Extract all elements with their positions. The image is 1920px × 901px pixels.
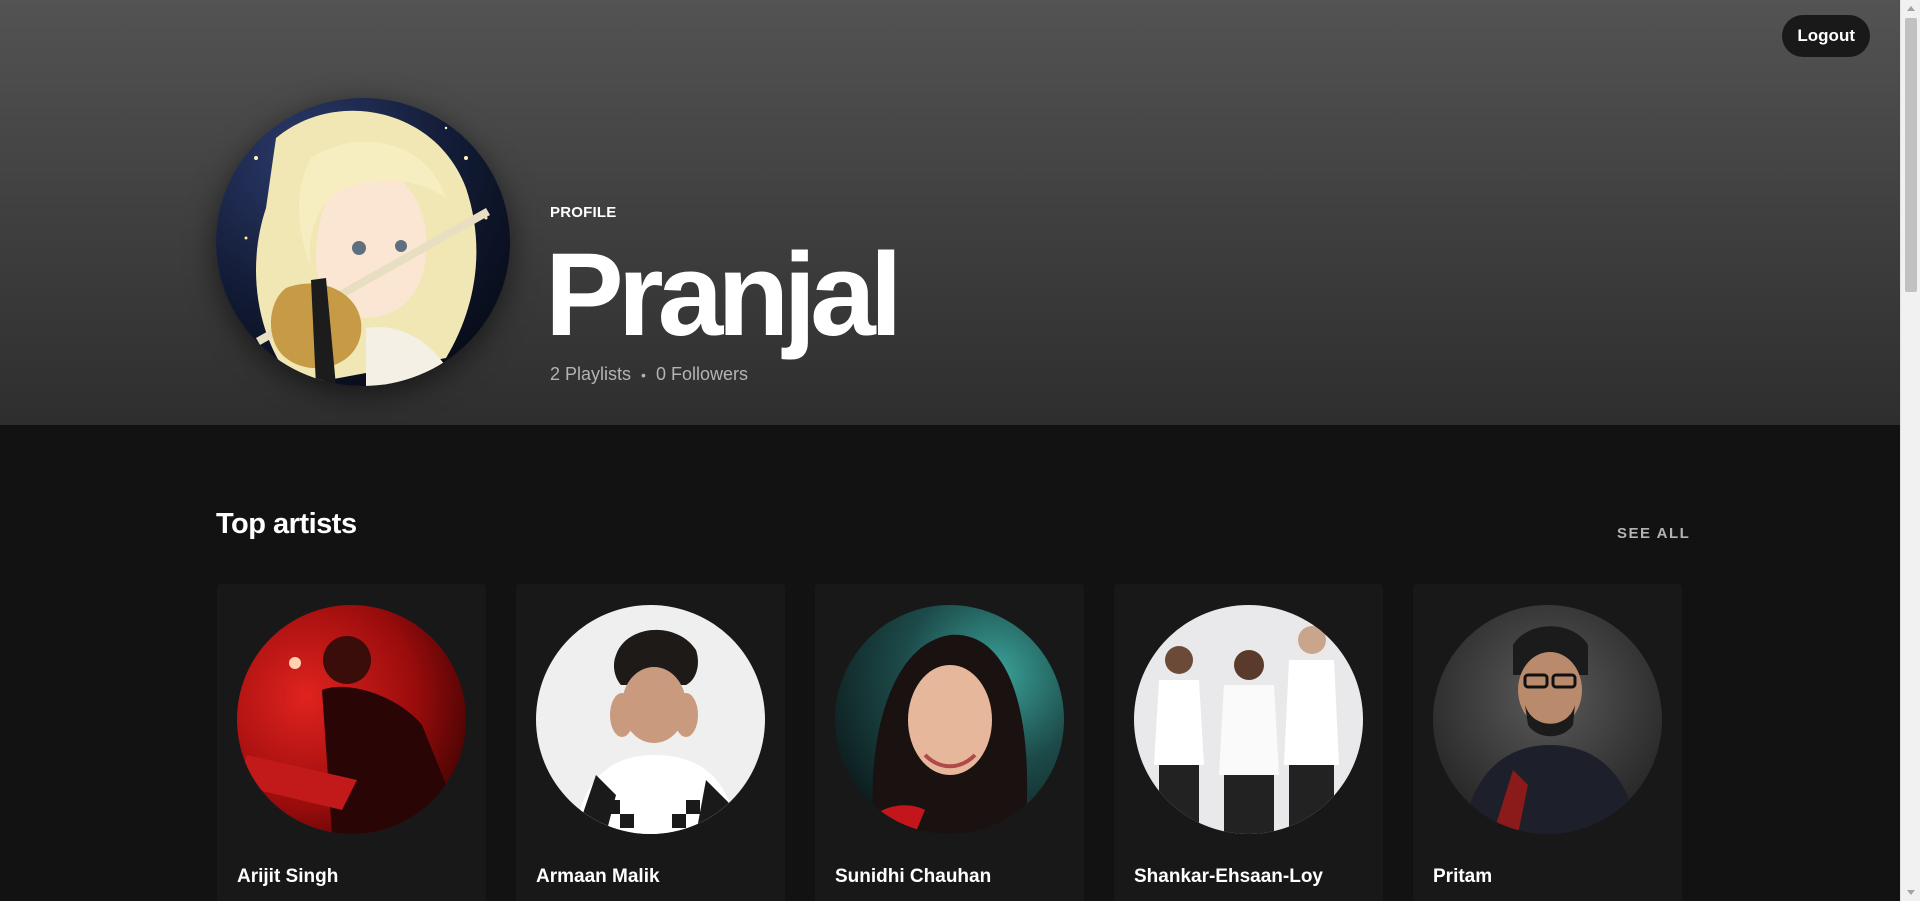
scroll-down-icon[interactable] <box>1907 890 1915 895</box>
main-view: Logout PROFILE Pranjal 2 Playlists • 0 F… <box>0 0 1900 901</box>
see-all-link[interactable]: SEE ALL <box>1617 525 1690 542</box>
artist-photo-icon <box>1433 605 1662 834</box>
artist-photo-icon <box>536 605 765 834</box>
artist-image <box>237 605 466 834</box>
profile-type-label: PROFILE <box>550 204 617 221</box>
profile-avatar[interactable] <box>216 98 510 386</box>
logout-button[interactable]: Logout <box>1782 15 1870 57</box>
artist-card[interactable]: Arijit Singh <box>217 584 486 901</box>
artist-name[interactable]: Pritam <box>1433 866 1492 888</box>
vertical-scrollbar[interactable] <box>1900 0 1920 901</box>
profile-name: Pranjal <box>545 229 903 361</box>
profile-stats: 2 Playlists • 0 Followers <box>550 364 748 385</box>
artist-name[interactable]: Arijit Singh <box>237 866 338 888</box>
artist-image <box>1433 605 1662 834</box>
artist-image <box>536 605 765 834</box>
top-artists-title[interactable]: Top artists <box>216 508 357 541</box>
artist-photo-icon <box>1134 605 1363 834</box>
artist-photo-icon <box>237 605 466 834</box>
artist-card[interactable]: Armaan Malik <box>516 584 785 901</box>
scrollbar-thumb[interactable] <box>1905 18 1917 292</box>
followers-count[interactable]: 0 Followers <box>656 364 748 385</box>
artist-name[interactable]: Armaan Malik <box>536 866 660 888</box>
artist-card[interactable]: Shankar-Ehsaan-Loy <box>1114 584 1383 901</box>
artist-card[interactable]: Sunidhi Chauhan <box>815 584 1084 901</box>
scroll-up-icon[interactable] <box>1907 6 1915 11</box>
artist-photo-icon <box>835 605 1064 834</box>
stats-separator: • <box>641 366 646 383</box>
artist-card[interactable]: Pritam <box>1413 584 1682 901</box>
artist-image <box>1134 605 1363 834</box>
artist-image <box>835 605 1064 834</box>
playlists-count[interactable]: 2 Playlists <box>550 364 631 385</box>
artist-name[interactable]: Shankar-Ehsaan-Loy <box>1134 866 1323 888</box>
artist-name[interactable]: Sunidhi Chauhan <box>835 866 991 888</box>
avatar-image <box>216 98 510 386</box>
